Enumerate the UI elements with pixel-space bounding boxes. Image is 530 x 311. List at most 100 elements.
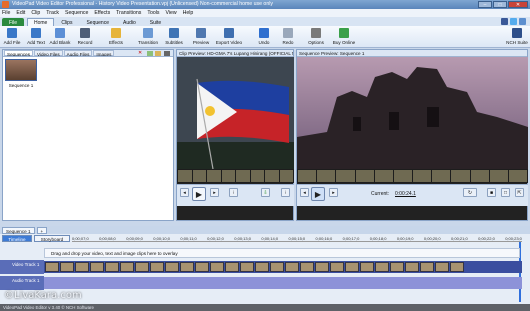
tab-file[interactable]: File bbox=[2, 18, 24, 26]
seq-next-button[interactable]: ▸ bbox=[329, 188, 338, 197]
add-sequence-button[interactable]: + bbox=[36, 227, 48, 234]
buy-online-button[interactable]: Buy Online bbox=[330, 27, 358, 47]
seq-detach-icon[interactable]: ⇱ bbox=[515, 188, 524, 197]
tab-sequences[interactable]: Sequences bbox=[4, 50, 33, 56]
add-file-icon bbox=[7, 28, 17, 38]
list-view-icon[interactable] bbox=[164, 51, 170, 56]
church-ruins-image bbox=[297, 57, 528, 169]
current-time-value[interactable]: 0:00:24.1 bbox=[395, 191, 416, 197]
redo-button[interactable]: Redo bbox=[276, 27, 300, 47]
clip-preview-header: Clip Preview: HD-GMA 7's Lupang Hinirang… bbox=[177, 50, 293, 57]
subtitles-icon bbox=[169, 28, 179, 38]
current-time-label: Current: bbox=[371, 191, 390, 197]
record-icon bbox=[80, 28, 90, 38]
menu-edit[interactable]: Edit bbox=[16, 9, 25, 17]
social-icons bbox=[501, 18, 526, 25]
export-video-icon bbox=[224, 28, 234, 38]
undo-button[interactable]: Undo bbox=[252, 27, 276, 47]
sequence-label: Sequence 1 bbox=[8, 83, 34, 88]
clip-preview-panel: Clip Preview: HD-GMA 7's Lupang Hinirang… bbox=[176, 49, 294, 221]
sequence-controls: ◂ ▶ ▸ Current: 0:00:24.1 ↻ ■ □ ⇱ bbox=[297, 184, 528, 206]
twitter-icon[interactable] bbox=[510, 18, 517, 25]
menu-track[interactable]: Track bbox=[46, 9, 59, 17]
close-button[interactable]: ✕ bbox=[508, 1, 528, 8]
menu-tools[interactable]: Tools bbox=[147, 9, 159, 17]
clip-start-button[interactable]: ◂ bbox=[180, 188, 189, 197]
tab-audio[interactable]: Audio bbox=[116, 18, 143, 26]
maximize-button[interactable]: □ bbox=[493, 1, 507, 8]
add-blank-button[interactable]: Add Blank bbox=[48, 27, 72, 47]
seq-start-button[interactable]: ◂ bbox=[300, 188, 309, 197]
menu-help[interactable]: Help bbox=[183, 9, 194, 17]
help-icon[interactable] bbox=[519, 18, 526, 25]
video-track-clips[interactable] bbox=[44, 261, 522, 273]
audio-track-header: Audio Track 1 bbox=[0, 276, 44, 290]
philippine-flag-image bbox=[177, 57, 294, 169]
export-video-button[interactable]: Export Video bbox=[214, 27, 244, 47]
preview-icon bbox=[196, 28, 206, 38]
overlay-track[interactable]: Drag and drop your video, text and image… bbox=[44, 248, 520, 258]
new-bin-icon[interactable] bbox=[147, 51, 153, 56]
watermark: ©LivaKara.com bbox=[4, 290, 82, 301]
clip-next-button[interactable]: ▸ bbox=[210, 188, 219, 197]
transition-button[interactable]: Transition bbox=[134, 27, 162, 47]
menu-file[interactable]: File bbox=[2, 9, 10, 17]
sequence-preview-header: Sequence Preview: Sequence 1 bbox=[297, 50, 527, 57]
tab-suite[interactable]: Suite bbox=[143, 18, 168, 26]
timeline-ruler[interactable]: 0;00;07;0 0;00;08;0 0;00;09;0 0;00;10;0 0;00… bbox=[72, 236, 522, 242]
tab-audio-files[interactable]: Audio Files bbox=[63, 50, 93, 56]
sequence-preview-video bbox=[297, 57, 528, 169]
audio-track-clip[interactable] bbox=[44, 277, 522, 289]
list-item[interactable]: Sequence 1 bbox=[5, 59, 37, 91]
tab-video-files[interactable]: Video Files bbox=[34, 50, 63, 56]
transition-icon bbox=[143, 28, 153, 38]
add-text-button[interactable]: Add Text bbox=[24, 27, 48, 47]
close-bin-icon[interactable]: ✕ bbox=[138, 51, 143, 56]
seq-snapshot-icon[interactable]: ■ bbox=[487, 188, 496, 197]
subtitles-button[interactable]: Subtitles bbox=[162, 27, 186, 47]
add-file-button[interactable]: Add File bbox=[0, 27, 24, 47]
ribbon-tabs: File Home Clips Sequence Audio Suite bbox=[0, 17, 530, 26]
tab-sequence-1[interactable]: Sequence 1 bbox=[2, 227, 35, 234]
tab-images[interactable]: Images bbox=[93, 50, 115, 56]
nch-suite-icon bbox=[512, 28, 522, 38]
sequence-filmstrip[interactable] bbox=[297, 169, 528, 183]
audio-track: Audio Track 1 bbox=[0, 276, 530, 290]
redo-icon bbox=[283, 28, 293, 38]
clip-play-button[interactable]: ▶ bbox=[192, 187, 206, 201]
buy-online-icon bbox=[339, 28, 349, 38]
clip-add-button[interactable]: ⇩ bbox=[261, 188, 270, 197]
app-logo-icon bbox=[2, 1, 9, 8]
menu-effects[interactable]: Effects bbox=[94, 9, 110, 17]
effects-button[interactable]: Effects bbox=[104, 27, 128, 47]
clip-mark-out-button[interactable]: ⁝ bbox=[281, 188, 290, 197]
seq-share-button[interactable]: ↻ bbox=[463, 188, 477, 197]
menu-view[interactable]: View bbox=[165, 9, 176, 17]
title-bar: VideoPad Video Editor Professional - His… bbox=[0, 0, 530, 9]
storyboard-mode-button[interactable]: Storyboard bbox=[34, 235, 70, 242]
record-button[interactable]: Record bbox=[73, 27, 97, 47]
effects-icon bbox=[111, 28, 121, 38]
tab-clips[interactable]: Clips bbox=[54, 18, 79, 26]
preview-button[interactable]: Preview bbox=[189, 27, 213, 47]
folder-icon[interactable] bbox=[155, 51, 161, 56]
nch-suite-button[interactable]: NCH Suite bbox=[504, 27, 530, 47]
options-button[interactable]: Options bbox=[304, 27, 328, 47]
clip-mark-in-button[interactable]: ⁝ bbox=[229, 188, 238, 197]
tab-sequence[interactable]: Sequence bbox=[79, 18, 116, 26]
clip-controls: ◂ ▶ ▸ ⁝ ⇩ ⁝ bbox=[177, 184, 294, 206]
add-blank-icon bbox=[55, 28, 65, 38]
video-track: Video Track 1 bbox=[0, 260, 530, 274]
menu-clip[interactable]: Clip bbox=[31, 9, 40, 17]
minimize-button[interactable]: – bbox=[478, 1, 492, 8]
timeline-mode-button[interactable]: Timeline bbox=[2, 235, 32, 242]
menu-sequence[interactable]: Sequence bbox=[65, 9, 88, 17]
menu-transitions[interactable]: Transitions bbox=[116, 9, 141, 17]
options-icon bbox=[311, 28, 321, 38]
ribbon-toolbar: Add File Add Text Add Blank Record Effec… bbox=[0, 26, 530, 48]
seq-fullscreen-icon[interactable]: □ bbox=[501, 188, 510, 197]
tab-home[interactable]: Home bbox=[27, 18, 55, 26]
clip-filmstrip[interactable] bbox=[177, 169, 294, 183]
facebook-icon[interactable] bbox=[501, 18, 508, 25]
seq-play-button[interactable]: ▶ bbox=[311, 187, 325, 201]
